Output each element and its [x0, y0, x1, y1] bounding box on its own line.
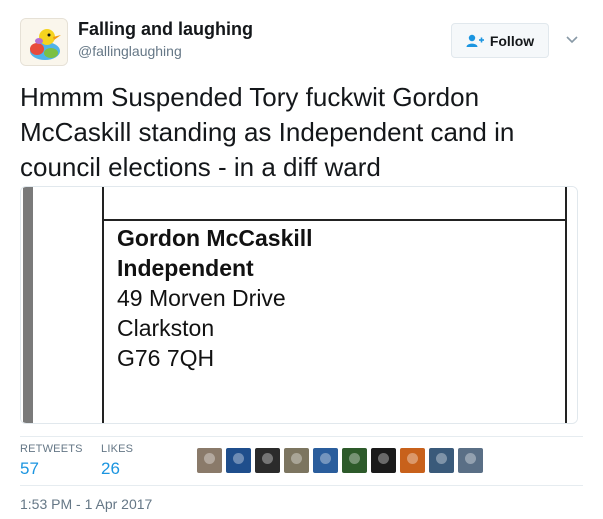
liker-avatar[interactable]	[313, 448, 338, 473]
liker-photo-icon	[349, 453, 360, 464]
liker-photo-icon	[291, 453, 302, 464]
candidate-name: Gordon McCaskill	[117, 225, 313, 251]
liker-avatars	[197, 448, 483, 473]
candidate-party: Independent	[117, 255, 254, 281]
tweet-timestamp[interactable]: 1:53 PM - 1 Apr 2017	[20, 496, 152, 512]
liker-avatar[interactable]	[400, 448, 425, 473]
liker-photo-icon	[407, 453, 418, 464]
add-user-icon	[466, 34, 484, 47]
postcode: G76 7QH	[117, 345, 215, 371]
tweet-header: Falling and laughing @fallinglaughing Fo…	[0, 0, 603, 76]
liker-photo-icon	[204, 453, 215, 464]
liker-avatar[interactable]	[342, 448, 367, 473]
likes-stat[interactable]: LIKES 26	[101, 443, 133, 479]
retweets-label: RETWEETS	[20, 443, 83, 455]
liker-photo-icon	[262, 453, 273, 464]
liker-photo-icon	[378, 453, 389, 464]
liker-photo-icon	[465, 453, 476, 464]
tweet-text: Hmmm Suspended Tory fuckwit Gordon McCas…	[20, 82, 515, 182]
follow-label: Follow	[489, 32, 535, 49]
retweets-stat[interactable]: RETWEETS 57	[20, 443, 83, 479]
liker-photo-icon	[320, 453, 331, 464]
retweets-count: 57	[20, 459, 39, 478]
duck-avatar-icon	[21, 19, 67, 65]
author-handle[interactable]: @fallinglaughing	[78, 43, 182, 59]
address-line-2: Clarkston	[117, 315, 215, 341]
liker-avatar[interactable]	[255, 448, 280, 473]
ballot-entry: Gordon McCaskill Independent 49 Morven D…	[117, 223, 313, 373]
chevron-down-icon[interactable]	[565, 32, 579, 46]
liker-avatar[interactable]	[429, 448, 454, 473]
liker-avatar[interactable]	[197, 448, 222, 473]
liker-photo-icon	[233, 453, 244, 464]
follow-button[interactable]: Follow	[451, 23, 549, 58]
liker-avatar[interactable]	[371, 448, 396, 473]
liker-avatar[interactable]	[226, 448, 251, 473]
liker-avatar[interactable]	[458, 448, 483, 473]
liker-photo-icon	[436, 453, 447, 464]
liker-avatar[interactable]	[284, 448, 309, 473]
address-line-1: 49 Morven Drive	[117, 285, 286, 311]
tweet-image[interactable]: Gordon McCaskill Independent 49 Morven D…	[20, 186, 578, 424]
avatar[interactable]	[20, 18, 68, 66]
author-name[interactable]: Falling and laughing	[78, 19, 253, 40]
tweet-stats: RETWEETS 57 LIKES 26	[20, 436, 583, 486]
likes-label: LIKES	[101, 443, 134, 455]
likes-count: 26	[101, 459, 120, 478]
